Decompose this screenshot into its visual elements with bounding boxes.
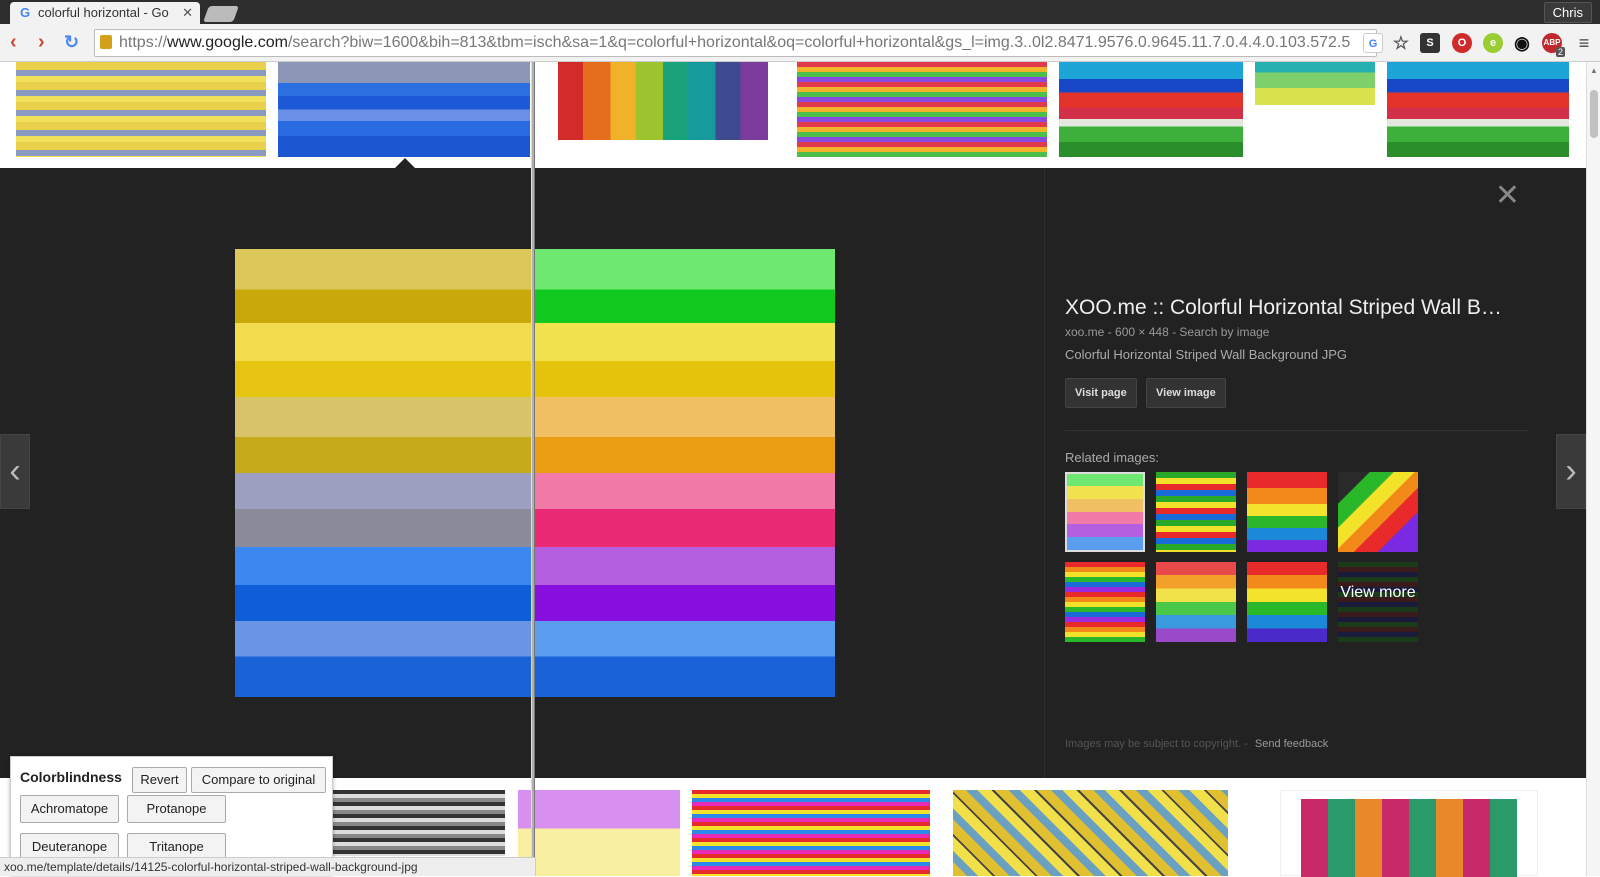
search-by-image-link[interactable]: Search by image [1179, 325, 1269, 339]
menu-icon[interactable]: ≡ [1574, 33, 1594, 53]
visit-page-button[interactable]: Visit page [1065, 378, 1137, 408]
result-thumbnail[interactable] [1387, 62, 1569, 157]
close-icon[interactable]: ✕ [1495, 178, 1520, 213]
google-favicon-icon: G [20, 5, 31, 20]
result-thumbnail[interactable] [278, 62, 530, 157]
s-extension-icon[interactable]: S [1420, 33, 1440, 53]
back-icon[interactable]: ‹ [10, 32, 17, 52]
related-image-thumbnail[interactable] [1247, 472, 1327, 552]
tab-title: colorful horizontal - Go [38, 5, 169, 20]
opera-extension-icon[interactable]: O [1452, 33, 1472, 53]
address-bar[interactable]: https://www.google.com/search?biw=1600&b… [94, 29, 1377, 57]
scrollbar[interactable]: ▲ [1586, 62, 1600, 876]
toolbar: ‹ › ↻ https://www.google.com/search?biw=… [0, 24, 1600, 62]
result-thumbnail[interactable] [1255, 62, 1375, 105]
image-source[interactable]: xoo.me [1065, 325, 1104, 339]
related-image-thumbnail[interactable] [1156, 472, 1236, 552]
send-feedback-link[interactable]: Send feedback [1255, 738, 1328, 750]
related-image-thumbnail[interactable] [1065, 562, 1145, 642]
related-image-thumbnail[interactable] [1247, 562, 1327, 642]
image-title[interactable]: XOO.me :: Colorful Horizontal Striped Wa… [1065, 296, 1535, 320]
result-thumbnail[interactable] [953, 790, 1228, 876]
url-scheme: https:// [119, 34, 168, 51]
result-thumbnail[interactable] [1059, 62, 1243, 157]
related-image-thumbnail[interactable] [1338, 472, 1418, 552]
browser-tab[interactable]: G colorful horizontal - Go ✕ [10, 2, 200, 24]
eye-extension-icon[interactable]: ◉ [1512, 33, 1532, 53]
related-image-thumbnail[interactable] [1156, 562, 1236, 642]
result-thumbnail-image [1301, 799, 1517, 877]
image-dimensions: 600 × 448 [1115, 325, 1169, 339]
image-results-strip [0, 62, 1586, 168]
divider [1065, 430, 1529, 431]
browser-chrome: G colorful horizontal - Go ✕ Chris ‹ › ↻… [0, 0, 1600, 62]
next-image-button[interactable]: › [1556, 434, 1586, 509]
scrollbar-thumb[interactable] [1590, 90, 1598, 138]
translate-icon[interactable]: G [1363, 33, 1383, 53]
copyright-footer: Images may be subject to copyright. - Se… [1065, 738, 1329, 750]
image-description: Colorful Horizontal Striped Wall Backgro… [1065, 347, 1348, 362]
lock-icon [100, 35, 112, 49]
related-image-thumbnail[interactable] [1065, 472, 1145, 552]
protanope-button[interactable]: Protanope [127, 795, 226, 823]
adblock-badge: 2 [1556, 47, 1566, 57]
star-bookmark-icon[interactable]: ☆ [1391, 33, 1411, 53]
status-bar-url: xoo.me/template/details/14125-colorful-h… [0, 857, 536, 876]
forward-icon[interactable]: › [38, 32, 45, 52]
result-thumbnail[interactable] [16, 62, 266, 157]
result-thumbnail[interactable] [692, 790, 930, 876]
profile-button[interactable]: Chris [1543, 2, 1592, 23]
leaf-extension-icon[interactable]: e [1483, 33, 1503, 53]
close-tab-icon[interactable]: ✕ [182, 5, 193, 21]
result-thumbnail[interactable] [333, 790, 505, 856]
compare-divider-handle[interactable] [531, 62, 535, 876]
preview-image[interactable] [235, 249, 835, 697]
tab-bar: G colorful horizontal - Go ✕ Chris [0, 0, 1600, 24]
previous-image-button[interactable]: ‹ [0, 434, 30, 509]
achromatope-button[interactable]: Achromatope [20, 795, 119, 823]
result-thumbnail[interactable] [558, 62, 768, 140]
compare-to-original-button[interactable]: Compare to original [191, 767, 326, 793]
reload-icon[interactable]: ↻ [64, 32, 79, 52]
image-preview-panel: ‹ › ✕ XOO.me :: Colorful Horizontal Stri… [0, 168, 1586, 778]
result-thumbnail[interactable] [1280, 790, 1538, 877]
new-tab-button[interactable] [203, 6, 239, 22]
related-images-label: Related images: [1065, 450, 1159, 465]
url-path: /search?biw=1600&bih=813&tbm=isch&sa=1&q… [287, 34, 1351, 51]
result-thumbnail[interactable] [797, 62, 1047, 157]
view-more-button[interactable]: View more [1338, 562, 1418, 642]
result-thumbnail[interactable] [518, 790, 680, 876]
image-meta: xoo.me - 600 × 448 - Search by image [1065, 325, 1270, 339]
url-host: www.google.com [167, 34, 288, 51]
scroll-up-icon[interactable]: ▲ [1590, 66, 1598, 75]
view-image-button[interactable]: View image [1146, 378, 1226, 408]
revert-button[interactable]: Revert [132, 767, 187, 793]
image-info-panel: ✕ XOO.me :: Colorful Horizontal Striped … [1044, 168, 1544, 778]
colorblindness-title: Colorblindness [20, 769, 122, 785]
copyright-notice: Images may be subject to copyright. [1065, 738, 1242, 750]
